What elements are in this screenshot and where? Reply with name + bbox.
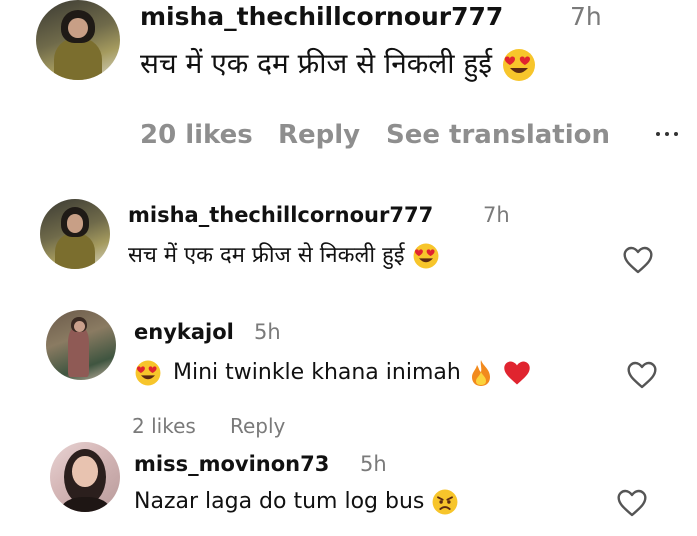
comment-item: miss_movinon73 5h Nazar laga do tum log … <box>0 440 697 536</box>
heart-outline-icon[interactable] <box>626 360 658 390</box>
comment-item: enykajol 5h Mini twinkle khana inimah 2 … <box>0 310 697 440</box>
comment-text-content: Mini twinkle khana inimah <box>173 360 461 385</box>
heart-eyes-emoji <box>502 49 535 81</box>
reply-button[interactable]: Reply <box>278 120 360 150</box>
fire-emoji <box>471 360 490 386</box>
comment-text: Mini twinkle khana inimah <box>134 358 533 388</box>
avatar[interactable] <box>46 310 116 380</box>
comment-text-content: सच में एक दम फ्रीज से निकली हुई <box>128 243 405 268</box>
avatar[interactable] <box>50 442 120 512</box>
comment-timestamp: 7h <box>570 2 602 31</box>
comment-item: misha_thechillcornour777 7h सच में एक दम… <box>0 195 697 295</box>
comment-username[interactable]: misha_thechillcornour777 <box>128 203 433 227</box>
more-dots-icon[interactable] <box>656 132 678 136</box>
see-translation-button[interactable]: See translation <box>386 120 610 150</box>
comment-text: सच में एक दम फ्रीज से निकली हुई <box>140 44 537 83</box>
comment-username[interactable]: misha_thechillcornour777 <box>140 2 503 31</box>
comment-username[interactable]: enykajol <box>134 320 234 344</box>
comment-timestamp: 5h <box>254 320 281 344</box>
comment-timestamp: 7h <box>483 203 510 227</box>
red-heart-emoji <box>504 361 530 385</box>
heart-outline-icon[interactable] <box>616 488 648 518</box>
pouting-face-emoji <box>432 489 458 515</box>
heart-eyes-emoji <box>413 243 439 269</box>
reply-button[interactable]: Reply <box>230 414 285 438</box>
comment-timestamp: 5h <box>360 452 387 476</box>
avatar[interactable] <box>40 199 110 269</box>
heart-outline-icon[interactable] <box>622 245 654 275</box>
comment-text: सच में एक दम फ्रीज से निकली हुई <box>128 239 440 270</box>
heart-eyes-emoji <box>135 360 161 386</box>
avatar[interactable] <box>36 0 120 80</box>
comment-item: misha_thechillcornour777 7h सच में एक दम… <box>0 0 697 190</box>
comment-text: Nazar laga do tum log bus <box>134 488 459 516</box>
comment-text-content: सच में एक दम फ्रीज से निकली हुई <box>140 47 493 80</box>
comment-username[interactable]: miss_movinon73 <box>134 452 329 476</box>
likes-count[interactable]: 2 likes <box>132 414 196 438</box>
comment-text-content: Nazar laga do tum log bus <box>134 489 425 514</box>
likes-count[interactable]: 20 likes <box>140 120 253 150</box>
